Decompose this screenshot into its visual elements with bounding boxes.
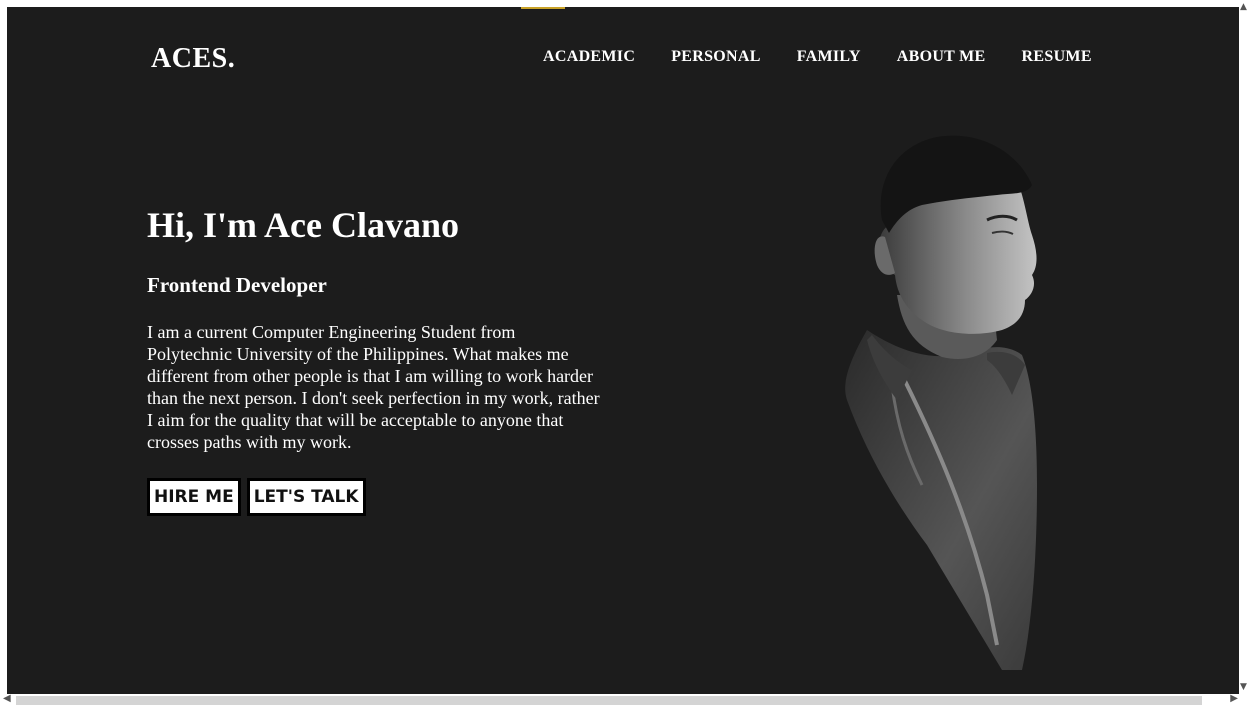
main-nav: ACADEMIC PERSONAL FAMILY ABOUT ME RESUME [543,48,1092,66]
nav-link-personal[interactable]: PERSONAL [671,48,761,66]
hero-title: Hi, I'm Ace Clavano [147,205,459,245]
horizontal-scrollbar[interactable]: ◀ ▶ [0,693,1250,706]
hero-section: Hi, I'm Ace Clavano Frontend Developer I… [147,203,607,516]
top-accent-bar [521,7,565,9]
chevron-left-icon[interactable]: ◀ [3,693,11,704]
nav-link-academic[interactable]: ACADEMIC [543,48,635,66]
page-viewport: ACES. ACADEMIC PERSONAL FAMILY ABOUT ME … [7,7,1239,694]
hire-me-button[interactable]: HIRE ME [147,478,241,516]
horizontal-scroll-thumb[interactable] [16,696,1202,705]
nav-link-about-me[interactable]: ABOUT ME [897,48,986,66]
chevron-down-icon[interactable]: ▼ [1240,682,1247,692]
vertical-scroll-thumb[interactable] [1241,14,1248,538]
chevron-right-icon[interactable]: ▶ [1230,693,1238,704]
profile-portrait-image [845,135,1037,670]
hero-buttons: HIRE ME LET'S TALK [147,478,607,516]
vertical-scrollbar[interactable]: ▲ ▼ [1239,0,1250,694]
chevron-up-icon[interactable]: ▲ [1240,2,1247,12]
nav-link-family[interactable]: FAMILY [797,48,861,66]
site-logo[interactable]: ACES. [151,43,235,75]
hero-description: I am a current Computer Engineering Stud… [147,322,600,452]
nav-link-resume[interactable]: RESUME [1022,48,1092,66]
lets-talk-button[interactable]: LET'S TALK [246,478,366,516]
hero-subtitle: Frontend Developer [147,273,327,297]
